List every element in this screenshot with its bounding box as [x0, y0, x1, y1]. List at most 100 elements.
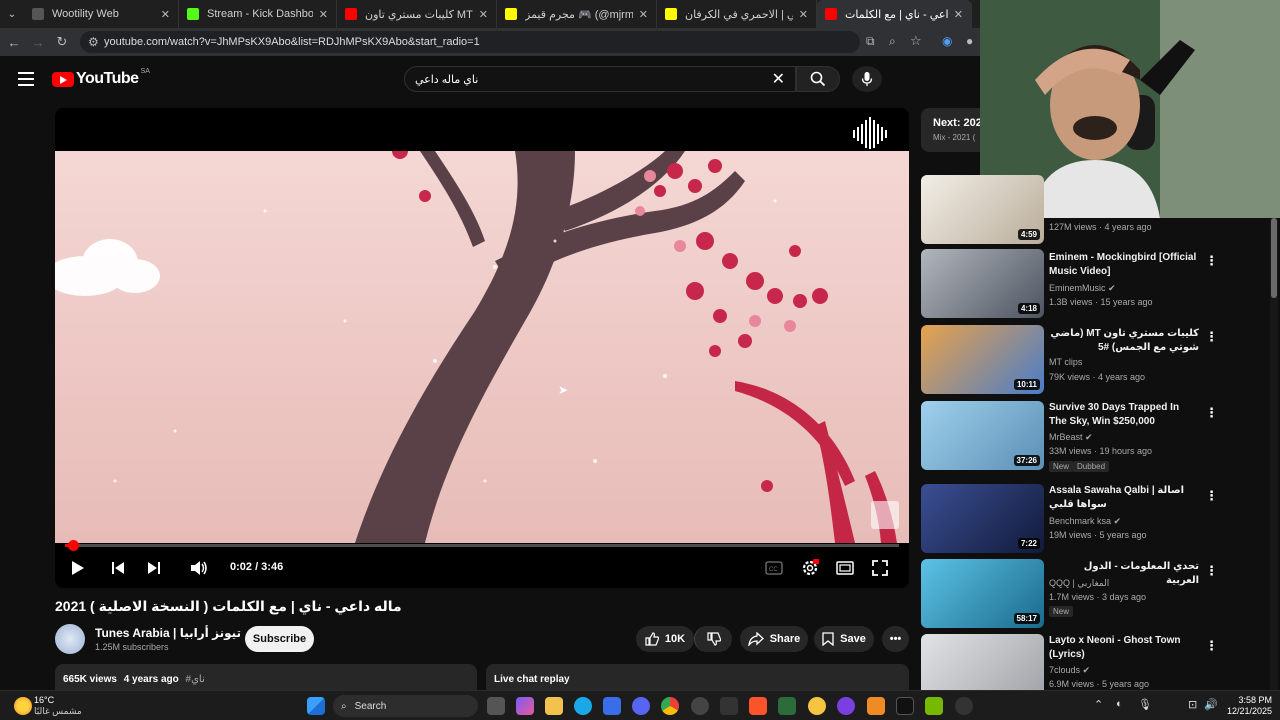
- zoom-icon[interactable]: ⌕: [889, 34, 896, 49]
- close-icon[interactable]: ✕: [639, 8, 648, 21]
- recommendation-item[interactable]: 4:59 127M views · 4 years ago: [921, 175, 1271, 245]
- store-icon[interactable]: [603, 697, 621, 715]
- subscribe-button[interactable]: Subscribe: [245, 626, 314, 652]
- video-title-link[interactable]: Eminem - Mockingbird [Official Music Vid…: [1049, 251, 1199, 279]
- tab-lenses[interactable]: علي | الاحمري في الكرفان Lenses ✕: [657, 0, 817, 28]
- app-icon[interactable]: [691, 697, 709, 715]
- volume-button[interactable]: [185, 558, 213, 578]
- clock-time[interactable]: 3:58 PM: [1224, 695, 1272, 705]
- video-thumbnail[interactable]: 4:59: [921, 175, 1044, 244]
- brave-icon[interactable]: [749, 697, 767, 715]
- video-thumbnail[interactable]: 58:17: [921, 559, 1044, 628]
- taskbar-search[interactable]: ⌕ Search: [333, 695, 478, 717]
- clock-date[interactable]: 12/21/2025: [1210, 706, 1272, 716]
- close-icon[interactable]: ✕: [479, 8, 488, 21]
- share-button[interactable]: Share: [740, 626, 808, 652]
- close-icon[interactable]: ✕: [319, 8, 328, 21]
- excel-icon[interactable]: [778, 697, 796, 715]
- hashtag-link[interactable]: #ناي: [186, 674, 205, 685]
- channel-link[interactable]: 7clouds ✔: [1049, 665, 1090, 676]
- video-thumbnail[interactable]: 37:26: [921, 401, 1044, 470]
- recommendation-item[interactable]: 7:22 Assala Sawaha Qalbi | اصالة سواها ق…: [921, 484, 1271, 554]
- recommendation-item[interactable]: 58:17 تحدي المعلومات - الدول العربية QQQ…: [921, 559, 1271, 629]
- channel-link[interactable]: MrBeast ✔: [1049, 432, 1093, 443]
- next-button[interactable]: [140, 558, 168, 578]
- tiktok-icon[interactable]: [896, 697, 914, 715]
- recommendation-item[interactable]: 37:26 Survive 30 Days Trapped In The Sky…: [921, 401, 1271, 472]
- more-vertical-icon[interactable]: ⋮: [1205, 405, 1218, 421]
- back-icon[interactable]: ←: [2, 35, 26, 50]
- close-icon[interactable]: ✕: [161, 8, 170, 21]
- chevron-up-icon[interactable]: ⌃: [1094, 698, 1103, 711]
- recommendation-item[interactable]: 4:18 Eminem - Mockingbird [Official Musi…: [921, 249, 1271, 319]
- video-title-link[interactable]: كليبات مستري تاون MT (ماضي شوتي مع الجمس…: [1049, 327, 1199, 355]
- channel-link[interactable]: QQQ | المغاربي: [1049, 578, 1109, 589]
- playlist-next-card[interactable]: Next: 2021 Mix - 2021 (: [921, 108, 980, 152]
- url-field[interactable]: ⚙ youtube.com/watch?v=JhMPsKX9Abo&list=R…: [80, 31, 860, 53]
- close-icon[interactable]: ✕: [799, 8, 808, 21]
- recommendation-item[interactable]: 10:11 كليبات مستري تاون MT (ماضي شوتي مع…: [921, 325, 1271, 395]
- play-button[interactable]: [64, 558, 92, 578]
- app-icon[interactable]: [867, 697, 885, 715]
- video-thumbnail[interactable]: 4:18: [921, 249, 1044, 318]
- chrome-icon[interactable]: [661, 697, 679, 715]
- more-vertical-icon[interactable]: ⋮: [1205, 329, 1218, 345]
- app-icon[interactable]: [808, 697, 826, 715]
- more-vertical-icon[interactable]: ⋮: [1205, 253, 1218, 269]
- voice-search-button[interactable]: [852, 66, 882, 92]
- like-button[interactable]: 10K: [636, 626, 694, 652]
- captions-button[interactable]: CC: [760, 558, 788, 578]
- clear-search-icon[interactable]: ✕: [772, 69, 785, 89]
- sidebar-scrollbar[interactable]: [1270, 218, 1278, 690]
- dislike-button[interactable]: [694, 626, 732, 652]
- microphone-icon[interactable]: 🎙: [1138, 698, 1152, 711]
- fullscreen-button[interactable]: [866, 558, 894, 578]
- tab-mt-clips[interactable]: كليبات مستري تاون MT (25 دقيقة) ✕: [337, 0, 497, 28]
- close-icon[interactable]: ✕: [954, 8, 963, 21]
- reload-icon[interactable]: ↻: [50, 34, 74, 50]
- profile-icon[interactable]: ●: [966, 34, 973, 48]
- extension-icon[interactable]: ◉: [942, 34, 952, 48]
- forward-icon[interactable]: →: [26, 35, 50, 50]
- video-thumbnail[interactable]: 7:22: [921, 484, 1044, 553]
- hamburger-menu-icon[interactable]: [18, 72, 34, 90]
- discord-icon[interactable]: [632, 697, 650, 715]
- channel-name[interactable]: Tunes Arabia | تيونز أرابيا ✔: [95, 626, 254, 640]
- tab-mjrmgems[interactable]: مجرم قيمز 🎮 (@mjrmgems) | ✕: [497, 0, 657, 28]
- install-app-icon[interactable]: ⧉: [866, 34, 875, 49]
- scrollbar-thumb[interactable]: [1271, 218, 1277, 298]
- channel-link[interactable]: Benchmark ksa ✔: [1049, 516, 1121, 527]
- more-vertical-icon[interactable]: ⋮: [1205, 488, 1218, 504]
- task-view-icon[interactable]: [487, 697, 505, 715]
- obs-icon[interactable]: [955, 697, 973, 715]
- channel-link[interactable]: EminemMusic ✔: [1049, 283, 1116, 294]
- settings-button[interactable]: [796, 558, 824, 578]
- video-thumbnail[interactable]: 10:11: [921, 325, 1044, 394]
- tab-kick-dashboard[interactable]: Stream - Kick Dashboard ✕: [179, 0, 337, 28]
- channel-avatar[interactable]: [55, 624, 85, 654]
- video-title-link[interactable]: Assala Sawaha Qalbi | اصالة سواها قلبي: [1049, 484, 1199, 512]
- youtube-logo[interactable]: YouTube SA: [52, 68, 150, 88]
- file-explorer-icon[interactable]: [545, 697, 563, 715]
- video-thumbnail[interactable]: [921, 634, 1044, 690]
- edge-icon[interactable]: [574, 697, 592, 715]
- app-icon[interactable]: [720, 697, 738, 715]
- video-title-link[interactable]: Layto x Neoni - Ghost Town (Lyrics): [1049, 634, 1199, 662]
- recommendation-item[interactable]: Layto x Neoni - Ghost Town (Lyrics) 7clo…: [921, 634, 1271, 690]
- tab-current-video[interactable]: ماله داعي - ناي | مع الكلمات ( ✕: [817, 0, 972, 28]
- site-info-icon[interactable]: ⚙: [88, 35, 99, 49]
- progress-bar[interactable]: [65, 540, 899, 551]
- windows-start-icon[interactable]: [307, 697, 325, 715]
- video-frame[interactable]: ➤: [55, 151, 909, 543]
- more-vertical-icon[interactable]: ⋮: [1205, 563, 1218, 579]
- search-button[interactable]: [796, 66, 840, 92]
- save-button[interactable]: Save: [814, 626, 874, 652]
- tray-app-icon[interactable]: ◐: [1116, 698, 1123, 710]
- bookmark-star-icon[interactable]: ☆: [910, 33, 922, 49]
- copilot-icon[interactable]: [516, 697, 534, 715]
- theater-mode-button[interactable]: [831, 558, 859, 578]
- video-player[interactable]: ➤ 0:02 / 3:46 CC: [55, 108, 909, 588]
- video-title-link[interactable]: Survive 30 Days Trapped In The Sky, Win …: [1049, 401, 1199, 429]
- more-vertical-icon[interactable]: ⋮: [1205, 638, 1218, 654]
- app-icon[interactable]: [837, 697, 855, 715]
